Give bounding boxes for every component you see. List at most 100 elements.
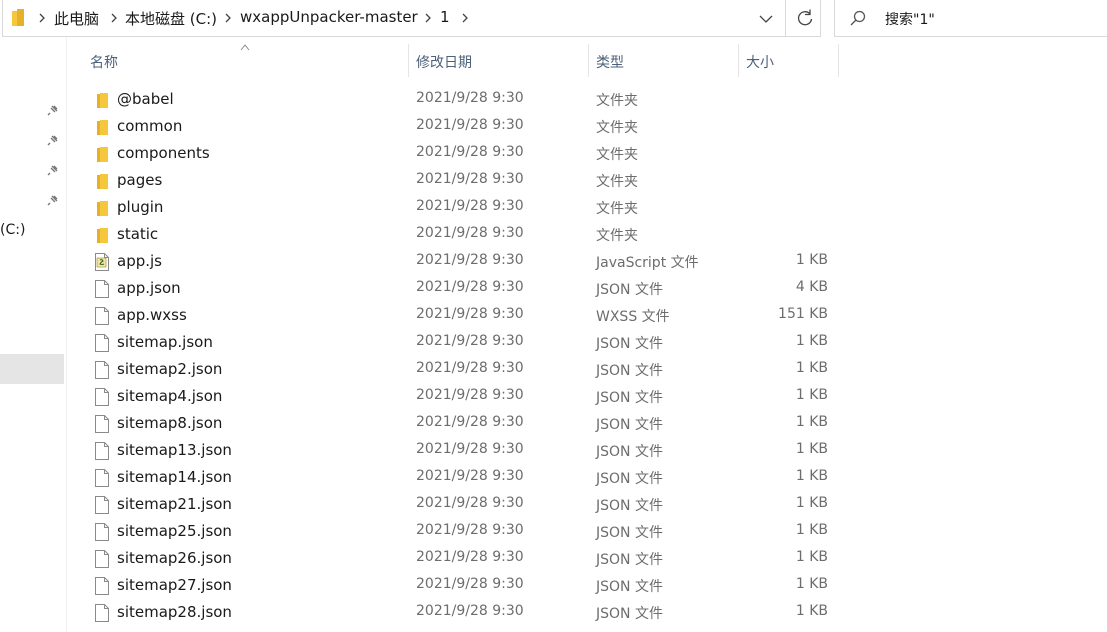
- list-item[interactable]: sitemap25.json 2021/9/28 9:30 JSON 文件 1 KB: [88, 518, 838, 545]
- file-modified-date: 2021/9/28 9:30: [416, 387, 524, 403]
- file-modified-date: 2021/9/28 9:30: [416, 549, 524, 565]
- list-item[interactable]: app.json 2021/9/28 9:30 JSON 文件 4 KB: [88, 275, 838, 302]
- list-item[interactable]: sitemap4.json 2021/9/28 9:30 JSON 文件 1 KB: [88, 383, 838, 410]
- file-name: sitemap8.json: [117, 414, 223, 432]
- file-type: JSON 文件: [596, 282, 663, 298]
- file-type: 文件夹: [596, 120, 638, 136]
- list-item[interactable]: static 2021/9/28 9:30 文件夹: [88, 221, 838, 248]
- file-icon: [95, 361, 109, 379]
- list-item[interactable]: sitemap21.json 2021/9/28 9:30 JSON 文件 1 KB: [88, 491, 838, 518]
- column-divider[interactable]: [838, 44, 839, 77]
- column-header-size[interactable]: 大小: [739, 44, 837, 77]
- file-icon: [95, 604, 109, 622]
- file-type: JSON 文件: [596, 417, 663, 433]
- file-type: JSON 文件: [596, 498, 663, 514]
- list-item[interactable]: app.js 2021/9/28 9:30 JavaScript 文件 1 KB: [88, 248, 838, 275]
- chevron-down-icon[interactable]: [754, 10, 778, 28]
- column-header-name[interactable]: 名称: [88, 44, 408, 77]
- file-size: 1 KB: [795, 468, 828, 484]
- navigation-pane: (C:): [0, 37, 67, 632]
- file-size: 1 KB: [795, 576, 828, 592]
- list-item[interactable]: @babel 2021/9/28 9:30 文件夹: [88, 86, 838, 113]
- file-type: WXSS 文件: [596, 309, 670, 325]
- chevron-right-icon[interactable]: [221, 11, 235, 25]
- file-name: app.js: [117, 252, 162, 270]
- list-item[interactable]: sitemap.json 2021/9/28 9:30 JSON 文件 1 KB: [88, 329, 838, 356]
- file-modified-date: 2021/9/28 9:30: [416, 468, 524, 484]
- breadcrumb-local-disk[interactable]: 本地磁盘 (C:): [125, 8, 217, 29]
- pin-icon[interactable]: [46, 103, 60, 117]
- divider: [785, 0, 786, 37]
- pin-icon[interactable]: [46, 133, 60, 147]
- folder-icon: [97, 228, 108, 243]
- pin-icon[interactable]: [46, 163, 60, 177]
- list-item[interactable]: plugin 2021/9/28 9:30 文件夹: [88, 194, 838, 221]
- list-item[interactable]: sitemap28.json 2021/9/28 9:30 JSON 文件 1 KB: [88, 599, 838, 626]
- file-type: 文件夹: [596, 147, 638, 163]
- file-icon: [95, 307, 109, 325]
- list-item[interactable]: sitemap27.json 2021/9/28 9:30 JSON 文件 1 KB: [88, 572, 838, 599]
- file-type: 文件夹: [596, 174, 638, 190]
- column-header-name-label: 名称: [90, 55, 118, 71]
- list-item[interactable]: sitemap26.json 2021/9/28 9:30 JSON 文件 1 KB: [88, 545, 838, 572]
- file-modified-date: 2021/9/28 9:30: [416, 198, 524, 214]
- file-name: common: [117, 117, 183, 135]
- file-type: JSON 文件: [596, 390, 663, 406]
- file-name: sitemap2.json: [117, 360, 223, 378]
- chevron-right-icon[interactable]: [35, 11, 49, 25]
- list-item[interactable]: common 2021/9/28 9:30 文件夹: [88, 113, 838, 140]
- list-item[interactable]: sitemap13.json 2021/9/28 9:30 JSON 文件 1 KB: [88, 437, 838, 464]
- file-name: plugin: [117, 198, 164, 216]
- file-name: sitemap.json: [117, 333, 213, 351]
- column-header-date[interactable]: 修改日期: [409, 44, 587, 77]
- file-modified-date: 2021/9/28 9:30: [416, 279, 524, 295]
- file-name: app.wxss: [117, 306, 187, 324]
- file-size: 1 KB: [795, 549, 828, 565]
- file-type: JSON 文件: [596, 444, 663, 460]
- file-modified-date: 2021/9/28 9:30: [416, 360, 524, 376]
- file-type: 文件夹: [596, 228, 638, 244]
- column-header-type[interactable]: 类型: [589, 44, 737, 77]
- search-box[interactable]: 搜索"1": [834, 0, 1107, 37]
- chevron-right-icon[interactable]: [421, 11, 435, 25]
- js-file-icon: [95, 253, 109, 271]
- column-header-type-label: 类型: [596, 55, 624, 71]
- address-bar[interactable]: 此电脑 本地磁盘 (C:) wxappUnpacker-master 1: [2, 0, 821, 37]
- folder-icon: [97, 120, 108, 135]
- list-item[interactable]: app.wxss 2021/9/28 9:30 WXSS 文件 151 KB: [88, 302, 838, 329]
- file-size: 1 KB: [795, 414, 828, 430]
- file-icon: [95, 469, 109, 487]
- breadcrumb-this-pc[interactable]: 此电脑: [54, 8, 99, 29]
- list-item[interactable]: sitemap2.json 2021/9/28 9:30 JSON 文件 1 KB: [88, 356, 838, 383]
- file-type: JSON 文件: [596, 552, 663, 568]
- chevron-right-icon[interactable]: [458, 11, 472, 25]
- list-item[interactable]: pages 2021/9/28 9:30 文件夹: [88, 167, 838, 194]
- list-item[interactable]: sitemap14.json 2021/9/28 9:30 JSON 文件 1 KB: [88, 464, 838, 491]
- file-type: JSON 文件: [596, 336, 663, 352]
- list-item[interactable]: components 2021/9/28 9:30 文件夹: [88, 140, 838, 167]
- search-input[interactable]: 搜索"1": [885, 9, 935, 29]
- file-modified-date: 2021/9/28 9:30: [416, 333, 524, 349]
- breadcrumb-current-folder[interactable]: 1: [440, 8, 450, 26]
- file-name: app.json: [117, 279, 181, 297]
- breadcrumb-wxappunpacker[interactable]: wxappUnpacker-master: [240, 8, 418, 26]
- file-name: components: [117, 144, 210, 162]
- refresh-icon[interactable]: [793, 6, 817, 30]
- file-name: sitemap14.json: [117, 468, 232, 486]
- file-type: 文件夹: [596, 201, 638, 217]
- nav-item-local-disk[interactable]: (C:): [0, 222, 25, 238]
- file-size: 1 KB: [795, 252, 828, 268]
- list-item[interactable]: sitemap8.json 2021/9/28 9:30 JSON 文件 1 KB: [88, 410, 838, 437]
- file-modified-date: 2021/9/28 9:30: [416, 495, 524, 511]
- nav-item-selected[interactable]: [0, 354, 64, 384]
- file-icon: [95, 523, 109, 541]
- file-modified-date: 2021/9/28 9:30: [416, 144, 524, 160]
- file-size: 151 KB: [778, 306, 828, 322]
- file-icon: [95, 442, 109, 460]
- file-name: sitemap13.json: [117, 441, 232, 459]
- pin-icon[interactable]: [46, 193, 60, 207]
- chevron-right-icon[interactable]: [107, 11, 121, 25]
- file-icon: [95, 550, 109, 568]
- file-size: 1 KB: [795, 441, 828, 457]
- column-header-date-label: 修改日期: [416, 55, 472, 71]
